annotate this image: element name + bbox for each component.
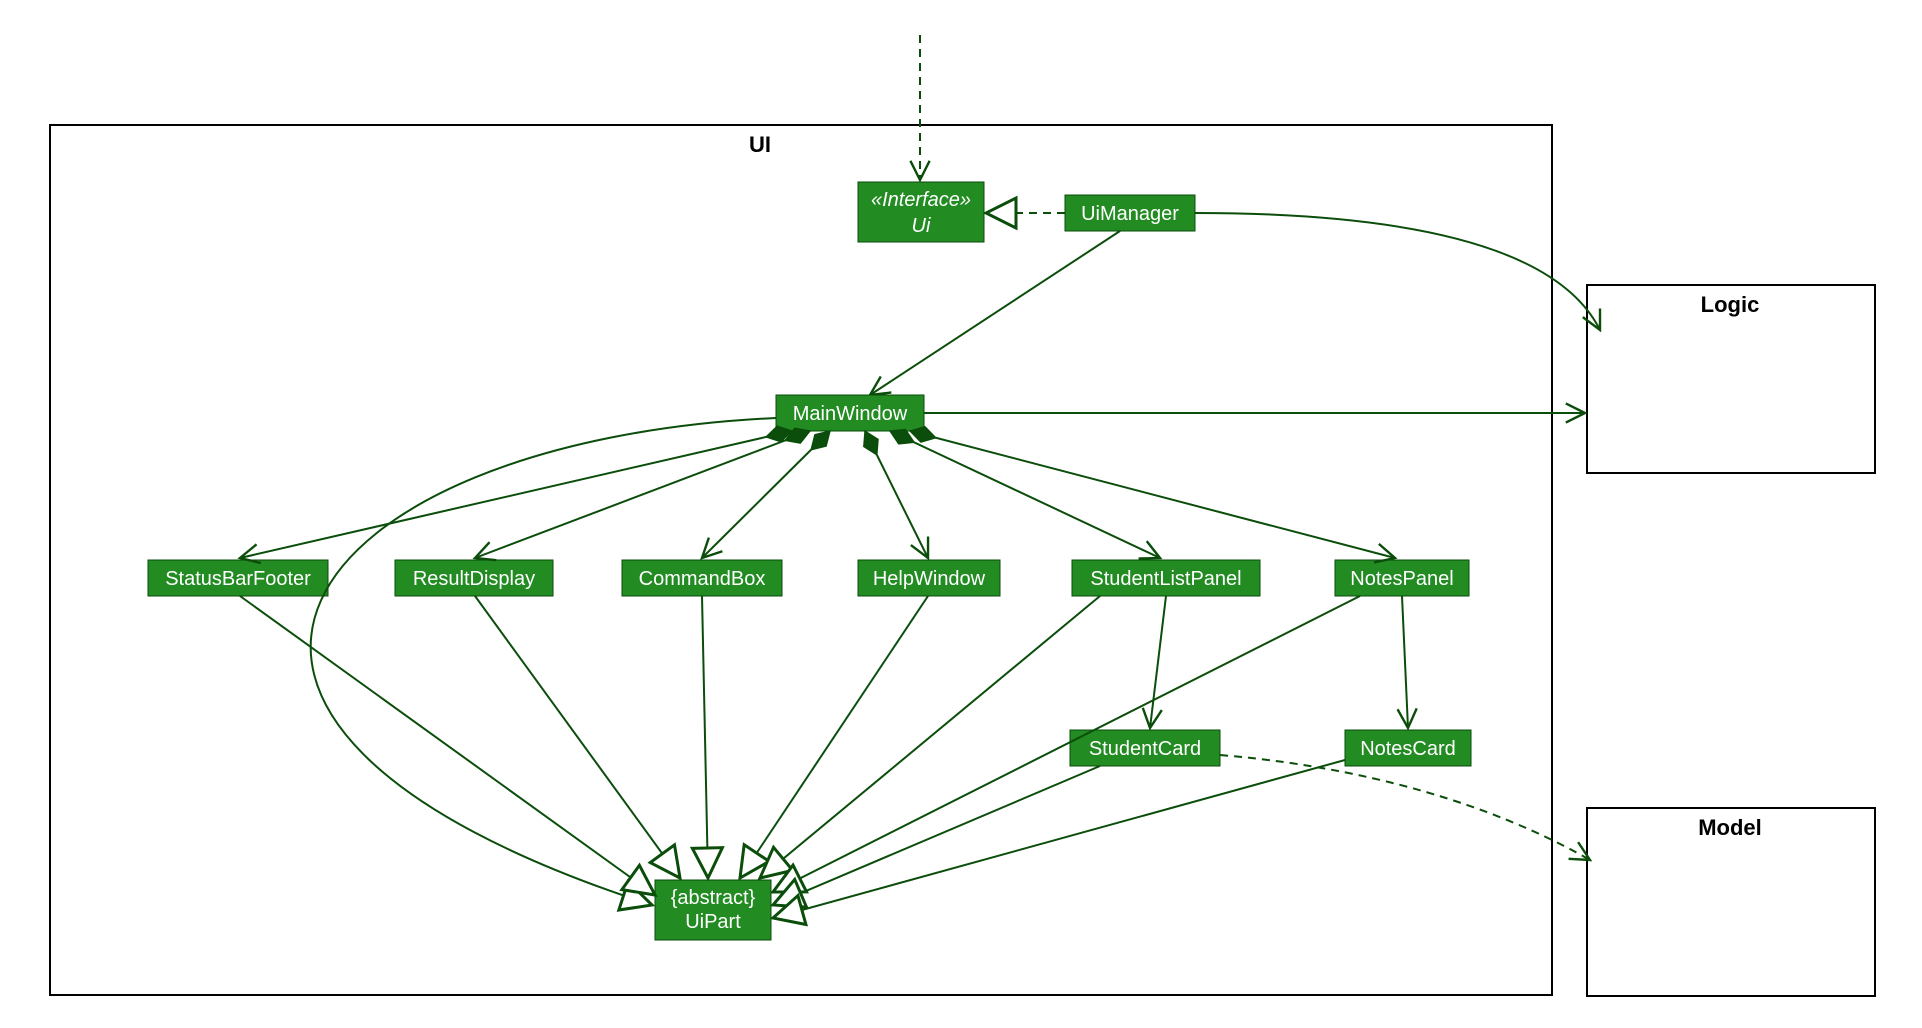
class-student-card-name: StudentCard: [1089, 738, 1201, 760]
package-model-label: Model: [1698, 815, 1762, 840]
class-ui-interface-name: Ui: [912, 215, 931, 237]
class-status-bar-footer-name: StatusBarFooter: [165, 568, 311, 590]
package-logic-label: Logic: [1701, 292, 1760, 317]
class-help-window-name: HelpWindow: [873, 568, 986, 590]
class-notes-panel-name: NotesPanel: [1350, 568, 1453, 590]
class-notes-card-name: NotesCard: [1360, 738, 1456, 760]
class-ui-manager-name: UiManager: [1081, 203, 1179, 225]
class-ui-part-name: UiPart: [685, 911, 741, 933]
class-main-window-name: MainWindow: [793, 403, 908, 425]
class-ui-interface-stereo: «Interface»: [871, 189, 971, 211]
class-result-display-name: ResultDisplay: [413, 568, 535, 590]
class-command-box-name: CommandBox: [639, 568, 766, 590]
uml-class-diagram: UI Logic Model «Interface» Ui UiManager …: [0, 0, 1922, 1028]
class-ui-part-stereo: {abstract}: [671, 887, 756, 909]
class-student-list-panel-name: StudentListPanel: [1090, 568, 1241, 590]
package-ui-label: UI: [749, 132, 771, 157]
